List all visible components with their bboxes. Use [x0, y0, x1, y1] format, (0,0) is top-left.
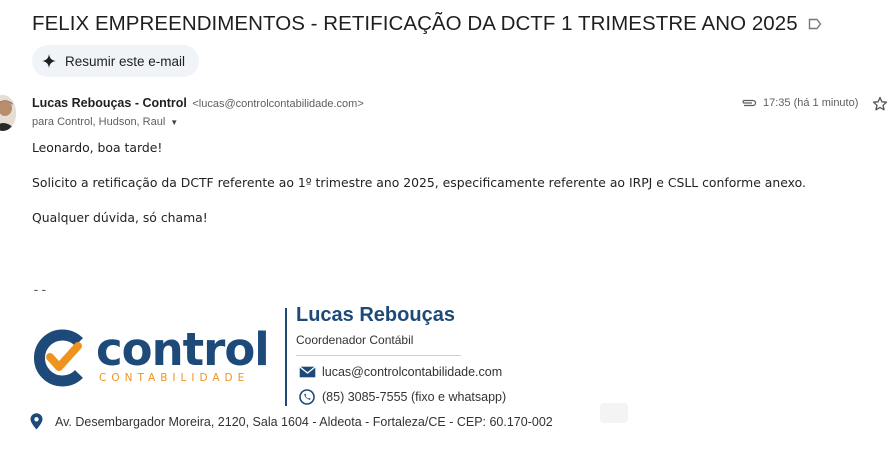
- signature-separator: --: [32, 283, 48, 298]
- sender-name[interactable]: Lucas Rebouças - Control: [32, 96, 187, 110]
- message-time: 17:35 (há 1 minuto): [763, 97, 859, 109]
- control-logo: control CONTABILIDADE: [30, 327, 280, 391]
- recipients-text: para Control, Hudson, Raul: [32, 116, 166, 128]
- signature-address-row: Av. Desembargador Moreira, 2120, Sala 16…: [30, 413, 553, 430]
- signature-role: Coordenador Contábil: [296, 333, 414, 347]
- whatsapp-icon: [298, 389, 316, 405]
- sparkle-icon: [41, 53, 57, 69]
- signature-address: Av. Desembargador Moreira, 2120, Sala 16…: [55, 414, 553, 429]
- summarize-label: Resumir este e-mail: [65, 53, 186, 69]
- recipients-toggle[interactable]: para Control, Hudson, Raul ▼: [32, 116, 178, 128]
- paperclip-icon: [740, 98, 757, 108]
- signature-phone-row: (85) 3085-7555 (fixo e whatsapp): [298, 389, 506, 405]
- location-pin-icon: [30, 413, 44, 430]
- signature-email[interactable]: lucas@controlcontabilidade.com: [322, 365, 502, 379]
- sender-email: <lucas@controlcontabilidade.com>: [192, 98, 364, 110]
- envelope-icon: [298, 366, 316, 378]
- signature-name: Lucas Rebouças: [296, 304, 455, 326]
- body-paragraph: Solicito a retificação da DCTF referente…: [32, 175, 806, 190]
- control-logo-mark: [33, 329, 83, 387]
- summarize-email-button[interactable]: Resumir este e-mail: [32, 45, 200, 77]
- logo-wordmark: control: [96, 323, 270, 376]
- attachment-placeholder: [600, 403, 628, 423]
- signature-email-row: lucas@controlcontabilidade.com: [298, 365, 502, 379]
- message-meta: 17:35 (há 1 minuto): [740, 97, 858, 109]
- chevron-down-icon[interactable]: ▼: [170, 118, 178, 127]
- body-closing: Qualquer dúvida, só chama!: [32, 210, 208, 225]
- signature-phone: (85) 3085-7555 (fixo e whatsapp): [322, 390, 507, 404]
- label-icon[interactable]: [808, 18, 822, 30]
- sender-avatar[interactable]: [0, 95, 16, 131]
- signature-rule: [296, 355, 461, 356]
- signature-divider: [285, 308, 287, 406]
- star-icon[interactable]: [872, 96, 888, 112]
- logo-subtitle: CONTABILIDADE: [99, 372, 250, 384]
- body-greeting: Leonardo, boa tarde!: [32, 140, 163, 155]
- email-subject: FELIX EMPREENDIMENTOS - RETIFICAÇÃO DA D…: [32, 12, 822, 36]
- subject-text: FELIX EMPREENDIMENTOS - RETIFICAÇÃO DA D…: [32, 12, 798, 35]
- sender-line: Lucas Rebouças - Control <lucas@controlc…: [32, 96, 364, 110]
